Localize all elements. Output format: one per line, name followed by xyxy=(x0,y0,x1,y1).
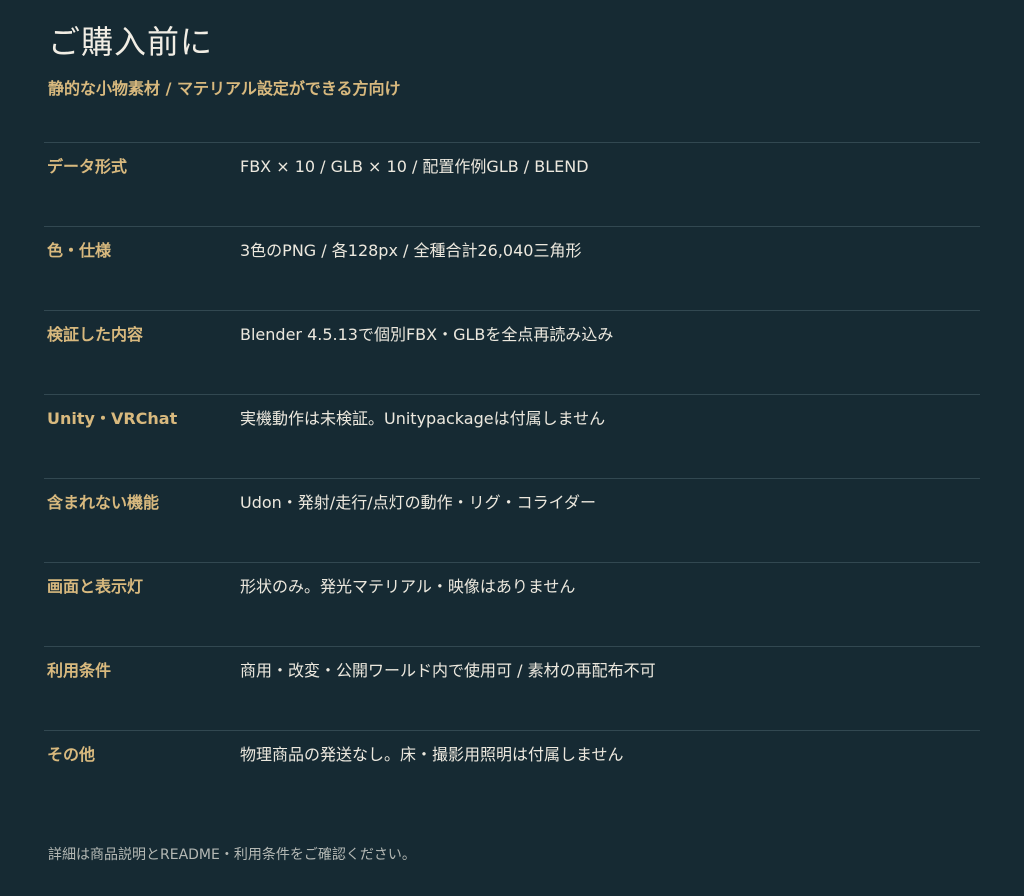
spec-value: Udon・発射/走行/点灯の動作・リグ・コライダー xyxy=(240,493,596,512)
spec-table: データ形式 FBX × 10 / GLB × 10 / 配置作例GLB / BL… xyxy=(44,142,980,814)
spec-row-screens-lights: 画面と表示灯 形状のみ。発光マテリアル・映像はありません xyxy=(44,562,980,646)
page-subtitle: 静的な小物素材 / マテリアル設定ができる方向け xyxy=(48,79,401,98)
spec-value: 商用・改変・公開ワールド内で使用可 / 素材の再配布不可 xyxy=(240,661,656,680)
spec-value: 形状のみ。発光マテリアル・映像はありません xyxy=(240,577,576,596)
spec-row-unity-vrchat: Unity・VRChat 実機動作は未検証。Unitypackageは付属しませ… xyxy=(44,394,980,478)
spec-label: 色・仕様 xyxy=(47,241,112,260)
spec-row-color-spec: 色・仕様 3色のPNG / 各128px / 全種合計26,040三角形 xyxy=(44,226,980,310)
spec-row-terms: 利用条件 商用・改変・公開ワールド内で使用可 / 素材の再配布不可 xyxy=(44,646,980,730)
spec-label: 検証した内容 xyxy=(47,325,144,344)
spec-value: 3色のPNG / 各128px / 全種合計26,040三角形 xyxy=(240,241,582,260)
spec-label: 含まれない機能 xyxy=(47,493,160,512)
spec-row-other: その他 物理商品の発送なし。床・撮影用照明は付属しません xyxy=(44,730,980,814)
spec-label: その他 xyxy=(47,745,96,764)
spec-value: FBX × 10 / GLB × 10 / 配置作例GLB / BLEND xyxy=(240,157,589,176)
spec-row-verification: 検証した内容 Blender 4.5.13で個別FBX・GLBを全点再読み込み xyxy=(44,310,980,394)
spec-label: データ形式 xyxy=(47,157,128,176)
spec-value: 物理商品の発送なし。床・撮影用照明は付属しません xyxy=(240,745,624,764)
spec-value: Blender 4.5.13で個別FBX・GLBを全点再読み込み xyxy=(240,325,614,344)
spec-label: 利用条件 xyxy=(47,661,112,680)
page-title: ご購入前に xyxy=(48,23,214,61)
spec-row-excluded-features: 含まれない機能 Udon・発射/走行/点灯の動作・リグ・コライダー xyxy=(44,478,980,562)
spec-row-data-format: データ形式 FBX × 10 / GLB × 10 / 配置作例GLB / BL… xyxy=(44,142,980,226)
spec-label: 画面と表示灯 xyxy=(47,577,144,596)
spec-label: Unity・VRChat xyxy=(47,409,178,428)
spec-value: 実機動作は未検証。Unitypackageは付属しません xyxy=(240,409,606,428)
footnote: 詳細は商品説明とREADME・利用条件をご確認ください。 xyxy=(48,847,416,863)
